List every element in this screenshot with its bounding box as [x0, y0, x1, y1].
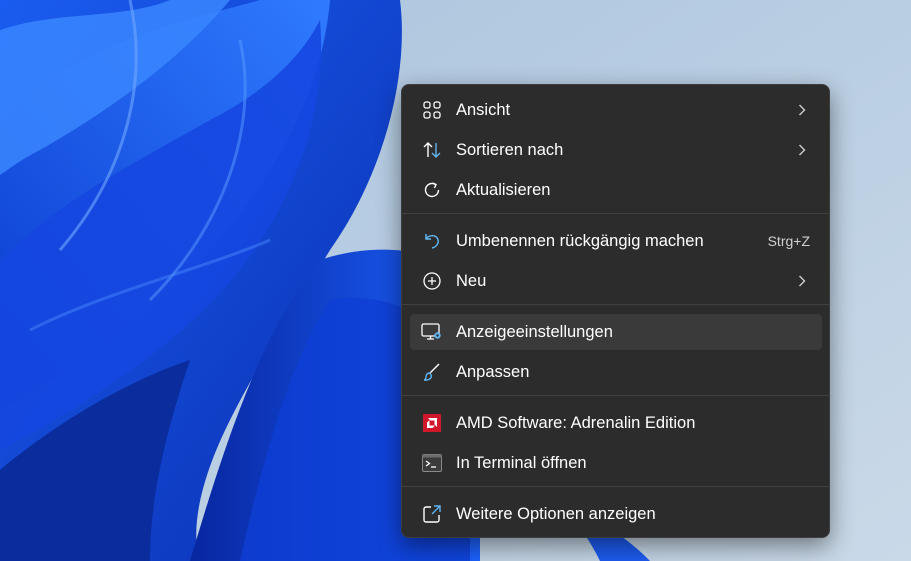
grid-view-icon	[420, 98, 444, 122]
menu-separator	[402, 213, 829, 214]
menu-item-refresh[interactable]: Aktualisieren	[410, 172, 822, 208]
menu-item-sort-by[interactable]: Sortieren nach	[410, 132, 822, 168]
menu-item-label: Weitere Optionen anzeigen	[456, 504, 656, 523]
menu-item-show-more-options[interactable]: Weitere Optionen anzeigen	[410, 496, 822, 532]
open-external-icon	[420, 502, 444, 526]
menu-item-label: Sortieren nach	[456, 140, 564, 159]
menu-item-display-settings[interactable]: Anzeigeeinstellungen	[410, 314, 822, 350]
terminal-icon	[420, 451, 444, 475]
menu-separator	[402, 486, 829, 487]
chevron-right-icon	[792, 144, 812, 156]
menu-item-label: Ansicht	[456, 100, 511, 119]
menu-item-label: Neu	[456, 271, 487, 290]
chevron-right-icon	[792, 275, 812, 287]
menu-item-new[interactable]: Neu	[410, 263, 822, 299]
display-settings-icon	[420, 320, 444, 344]
desktop-context-menu: Ansicht Sortieren nach Aktualisieren Umb…	[401, 84, 830, 538]
menu-item-label: Anpassen	[456, 362, 530, 381]
menu-item-label: Anzeigeeinstellungen	[456, 322, 613, 341]
menu-item-label: In Terminal öffnen	[456, 453, 587, 472]
menu-item-open-terminal[interactable]: In Terminal öffnen	[410, 445, 822, 481]
keyboard-shortcut: Strg+Z	[767, 233, 810, 249]
menu-separator	[402, 304, 829, 305]
menu-item-label: Umbenennen rückgängig machen	[456, 231, 704, 250]
add-circle-icon	[420, 269, 444, 293]
menu-item-label: Aktualisieren	[456, 180, 551, 199]
amd-logo-icon	[420, 411, 444, 435]
chevron-right-icon	[792, 104, 812, 116]
menu-item-amd-software[interactable]: AMD Software: Adrenalin Edition	[410, 405, 822, 441]
refresh-icon	[420, 178, 444, 202]
menu-item-personalize[interactable]: Anpassen	[410, 354, 822, 390]
undo-icon	[420, 229, 444, 253]
menu-item-undo-rename[interactable]: Umbenennen rückgängig machen Strg+Z	[410, 223, 822, 259]
paintbrush-icon	[420, 360, 444, 384]
menu-separator	[402, 395, 829, 396]
menu-item-view[interactable]: Ansicht	[410, 92, 822, 128]
menu-item-label: AMD Software: Adrenalin Edition	[456, 413, 696, 432]
sort-arrows-icon	[420, 138, 444, 162]
